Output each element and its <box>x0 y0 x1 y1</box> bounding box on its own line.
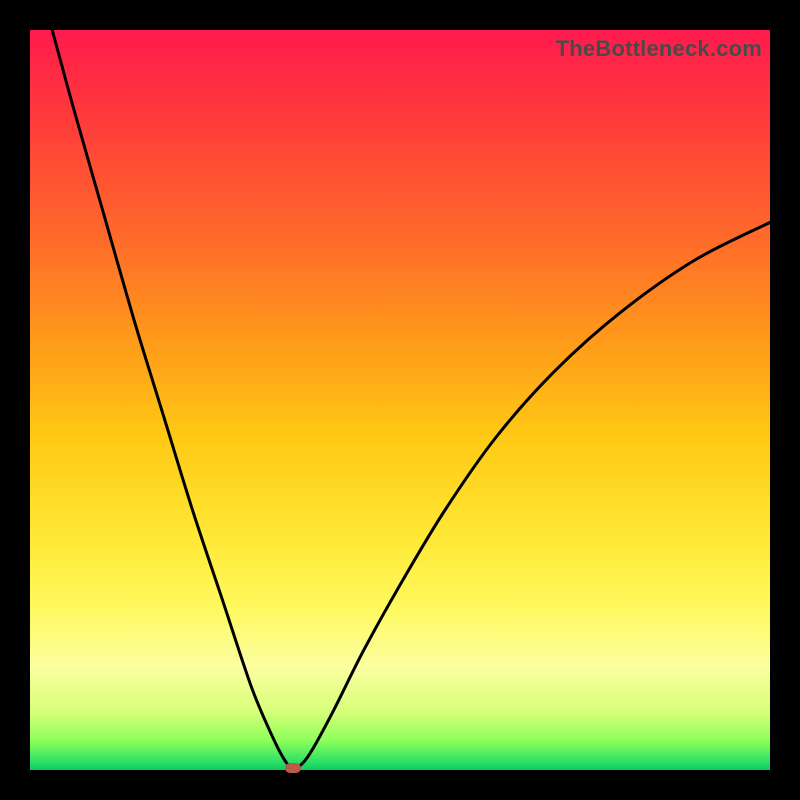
bottleneck-curve <box>52 30 770 769</box>
curve-svg <box>30 30 770 770</box>
plot-area: TheBottleneck.com <box>30 30 770 770</box>
chart-frame: TheBottleneck.com <box>0 0 800 800</box>
minimum-marker <box>285 763 301 773</box>
